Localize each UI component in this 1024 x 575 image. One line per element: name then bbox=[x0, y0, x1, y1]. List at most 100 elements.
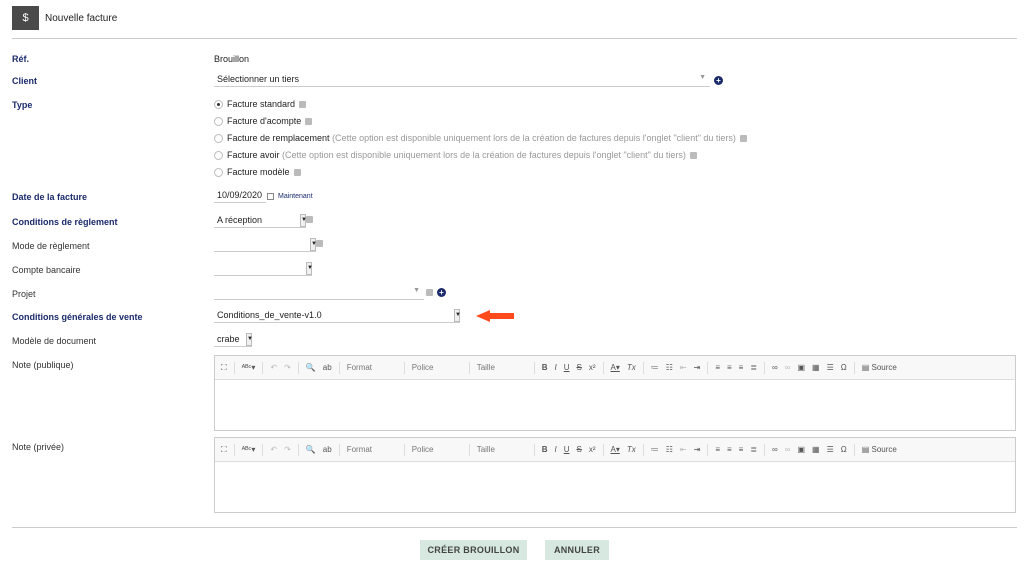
chevron-down-icon: ▼ bbox=[246, 333, 253, 346]
invoice-dollar-icon: $ bbox=[12, 6, 39, 30]
undo-icon[interactable]: ↶ bbox=[270, 363, 277, 372]
note-public-editor[interactable]: ⛶ ᴬᴮᶜ▾ ↶ ↷ 🔍 ab Format Police Taille B I U Sx² A▾ Tx… bbox=[214, 355, 1016, 431]
add-client-icon[interactable]: + bbox=[714, 76, 723, 85]
doc-model-select[interactable]: crabe ▼ bbox=[214, 332, 253, 347]
indent-icon[interactable]: ⇥ bbox=[694, 445, 701, 454]
bold-icon[interactable]: B bbox=[542, 445, 548, 454]
now-link[interactable]: Maintenant bbox=[278, 193, 313, 200]
replace-icon[interactable]: ab bbox=[323, 445, 332, 454]
radio-icon[interactable] bbox=[214, 168, 223, 178]
remove-format-icon[interactable]: Tx bbox=[627, 445, 636, 454]
type-option[interactable]: Facture de remplacement (Cette option es… bbox=[214, 133, 747, 144]
special-char-icon[interactable]: Ω bbox=[841, 363, 847, 372]
link-icon[interactable]: ∞ bbox=[772, 445, 778, 454]
date-input[interactable]: 10/09/2020 bbox=[214, 188, 266, 203]
italic-icon[interactable]: I bbox=[554, 445, 556, 454]
source-button[interactable]: ▤ Source bbox=[862, 445, 897, 454]
numbered-list-icon[interactable]: ≔ bbox=[651, 363, 659, 372]
numbered-list-icon[interactable]: ≔ bbox=[651, 445, 659, 454]
image-icon[interactable]: ▣ bbox=[797, 445, 805, 454]
underline-icon[interactable]: U bbox=[564, 445, 570, 454]
horizontal-rule-icon[interactable]: ☰ bbox=[827, 445, 834, 454]
justify-icon[interactable]: ≣ bbox=[750, 445, 757, 454]
option-label: Facture standard bbox=[227, 99, 296, 109]
payment-terms-label: Conditions de règlement bbox=[12, 217, 118, 227]
divider bbox=[12, 527, 1017, 528]
search-icon[interactable]: 🔍 bbox=[306, 363, 316, 372]
unlink-icon[interactable]: ∞ bbox=[785, 363, 791, 372]
option-note: (Cette option est disponible uniquement … bbox=[282, 150, 686, 160]
bullet-list-icon[interactable]: ☷ bbox=[666, 363, 673, 372]
help-icon bbox=[305, 118, 313, 126]
type-option[interactable]: Facture standard bbox=[214, 99, 307, 110]
table-icon[interactable]: ▦ bbox=[812, 363, 820, 372]
align-center-icon[interactable]: ≡ bbox=[727, 445, 732, 454]
size-dropdown[interactable]: Taille bbox=[477, 445, 527, 454]
type-option[interactable]: Facture avoir (Cette option est disponib… bbox=[214, 150, 697, 161]
maximize-icon[interactable]: ⛶ bbox=[221, 445, 227, 455]
outdent-icon[interactable]: ⇤ bbox=[680, 363, 687, 372]
align-center-icon[interactable]: ≡ bbox=[727, 363, 732, 372]
indent-icon[interactable]: ⇥ bbox=[694, 363, 701, 372]
client-select-value: Sélectionner un tiers bbox=[217, 74, 300, 84]
strikethrough-icon[interactable]: S bbox=[576, 363, 581, 372]
superscript-icon[interactable]: x² bbox=[589, 445, 596, 454]
size-dropdown[interactable]: Taille bbox=[477, 363, 527, 372]
strikethrough-icon[interactable]: S bbox=[576, 445, 581, 454]
horizontal-rule-icon[interactable]: ☰ bbox=[827, 363, 834, 372]
spellcheck-icon[interactable]: ᴬᴮᶜ▾ bbox=[242, 363, 256, 372]
cgv-select[interactable]: Conditions_de_vente-v1.0 ▼ bbox=[214, 308, 461, 323]
link-icon[interactable]: ∞ bbox=[772, 363, 778, 372]
replace-icon[interactable]: ab bbox=[323, 363, 332, 372]
underline-icon[interactable]: U bbox=[564, 363, 570, 372]
radio-icon[interactable] bbox=[214, 151, 223, 161]
radio-icon[interactable] bbox=[214, 134, 223, 144]
payment-mode-select[interactable]: ▼ bbox=[214, 237, 317, 252]
bullet-list-icon[interactable]: ☷ bbox=[666, 445, 673, 454]
justify-icon[interactable]: ≣ bbox=[750, 363, 757, 372]
image-icon[interactable]: ▣ bbox=[797, 363, 805, 372]
font-dropdown[interactable]: Police bbox=[412, 363, 462, 372]
cancel-button[interactable]: ANNULER bbox=[545, 540, 609, 560]
radio-icon[interactable] bbox=[214, 100, 223, 110]
source-button[interactable]: ▤ Source bbox=[862, 363, 897, 372]
type-option[interactable]: Facture d'acompte bbox=[214, 116, 313, 127]
align-right-icon[interactable]: ≡ bbox=[739, 363, 744, 372]
spellcheck-icon[interactable]: ᴬᴮᶜ▾ bbox=[242, 445, 256, 454]
radio-icon[interactable] bbox=[214, 117, 223, 127]
note-public-label: Note (publique) bbox=[12, 360, 74, 370]
outdent-icon[interactable]: ⇤ bbox=[680, 445, 687, 454]
remove-format-icon[interactable]: Tx bbox=[627, 363, 636, 372]
format-dropdown[interactable]: Format bbox=[347, 445, 397, 454]
align-right-icon[interactable]: ≡ bbox=[739, 445, 744, 454]
align-left-icon[interactable]: ≡ bbox=[715, 445, 720, 454]
special-char-icon[interactable]: Ω bbox=[841, 445, 847, 454]
redo-icon[interactable]: ↷ bbox=[284, 363, 291, 372]
text-color-icon[interactable]: A▾ bbox=[611, 363, 620, 372]
redo-icon[interactable]: ↷ bbox=[284, 445, 291, 454]
chevron-down-icon: ▼ bbox=[699, 74, 706, 81]
align-left-icon[interactable]: ≡ bbox=[715, 363, 720, 372]
undo-icon[interactable]: ↶ bbox=[270, 445, 277, 454]
superscript-icon[interactable]: x² bbox=[589, 363, 596, 372]
type-option[interactable]: Facture modèle bbox=[214, 167, 301, 178]
table-icon[interactable]: ▦ bbox=[812, 445, 820, 454]
note-private-editor[interactable]: ⛶ ᴬᴮᶜ▾ ↶ ↷ 🔍 ab Format Police Taille B I U Sx² A▾ Tx… bbox=[214, 437, 1016, 513]
maximize-icon[interactable]: ⛶ bbox=[221, 363, 227, 373]
payment-terms-select[interactable]: A réception ▼ bbox=[214, 213, 307, 228]
italic-icon[interactable]: I bbox=[554, 363, 556, 372]
add-project-icon[interactable]: + bbox=[437, 288, 446, 297]
bank-account-select[interactable]: ▼ bbox=[214, 261, 313, 276]
client-select[interactable]: Sélectionner un tiers ▼ bbox=[214, 72, 710, 87]
font-dropdown[interactable]: Police bbox=[412, 445, 462, 454]
option-note: (Cette option est disponible uniquement … bbox=[332, 133, 736, 143]
bold-icon[interactable]: B bbox=[542, 363, 548, 372]
search-icon[interactable]: 🔍 bbox=[306, 445, 316, 454]
create-draft-button[interactable]: CRÉER BROUILLON bbox=[420, 540, 527, 560]
calendar-icon[interactable] bbox=[267, 193, 274, 200]
doc-model-label: Modèle de document bbox=[12, 336, 97, 346]
text-color-icon[interactable]: A▾ bbox=[611, 445, 620, 454]
format-dropdown[interactable]: Format bbox=[347, 363, 397, 372]
unlink-icon[interactable]: ∞ bbox=[785, 445, 791, 454]
project-select[interactable]: ▼ bbox=[214, 285, 424, 300]
